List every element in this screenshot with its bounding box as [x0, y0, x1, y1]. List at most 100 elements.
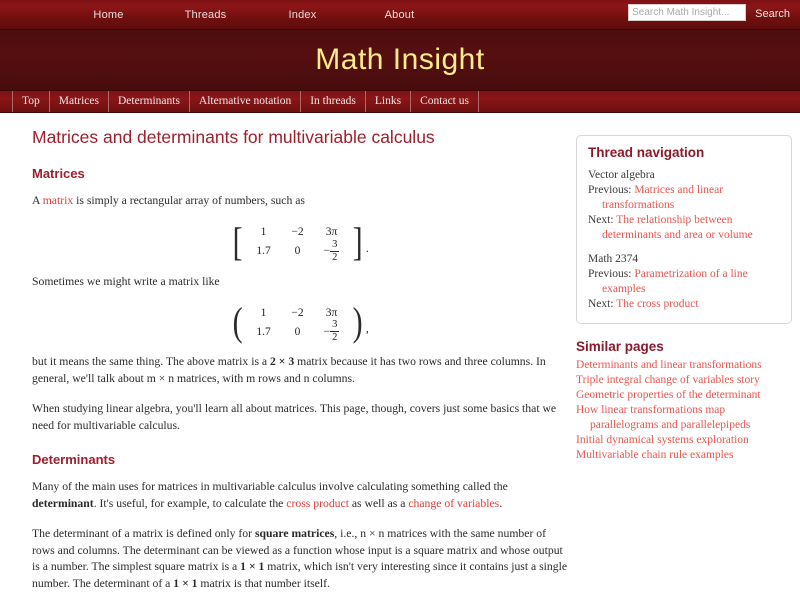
subnav-item-in-threads[interactable]: In threads [301, 91, 366, 112]
subnav-item-links[interactable]: Links [366, 91, 412, 112]
similar-page-link[interactable]: Determinants and linear transformations [576, 359, 762, 371]
similar-page-item: How linear transformations map parallelo… [576, 403, 792, 433]
matrix-display-brackets: [ 1 −2 3π 1.7 0 − 3 2 ] . [32, 221, 568, 263]
main-content: Matrices and determinants for multivaria… [0, 113, 568, 606]
equation-punctuation: , [365, 321, 369, 335]
fraction-denominator: 2 [332, 332, 338, 343]
sidebar: Thread navigation Vector algebra Previou… [568, 113, 800, 606]
matrix-cell: 3π [325, 226, 338, 238]
link-change-of-variables[interactable]: change of variables [408, 497, 499, 510]
matrix-cell-fraction: − 3 2 [315, 319, 349, 343]
paragraph-alternative-notation: Sometimes we might write a matrix like [32, 274, 220, 288]
matrix-cell: 0 [294, 325, 301, 338]
similar-page-link[interactable]: How linear transformations map parallelo… [576, 404, 750, 431]
math-dimension: 2 × 3 [270, 355, 295, 368]
nav-item-index[interactable]: Index [254, 9, 351, 21]
link-cross-product[interactable]: cross product [286, 497, 349, 510]
math-dimension: 1 × 1 [240, 560, 265, 573]
thread-next-link[interactable]: The relationship between determinants an… [602, 214, 753, 241]
matrix-grid: 1 −2 3π 1.7 0 − 3 2 [245, 304, 351, 343]
matrix-display-parentheses: ( 1 −2 3π 1.7 0 − 3 2 ) , [32, 299, 568, 344]
matrix-cell: −2 [291, 306, 304, 319]
matrix-expression: [ 1 −2 3π 1.7 0 − 3 2 ] . [231, 221, 369, 263]
text-run: A [32, 194, 43, 207]
paren-open: ( [232, 299, 243, 344]
thread-previous-line: Previous: Matrices and linear transforma… [588, 183, 780, 213]
subnav-item-matrices[interactable]: Matrices [50, 91, 109, 112]
text-run: The determinant of a matrix is defined o… [32, 527, 255, 540]
page-body: Matrices and determinants for multivaria… [0, 113, 800, 606]
next-label: Next: [588, 214, 617, 226]
paragraph-matrix-dimensions: but it means the same thing. The above m… [32, 354, 568, 387]
previous-label: Previous: [588, 184, 635, 196]
matrix-expression: ( 1 −2 3π 1.7 0 − 3 2 ) , [231, 299, 369, 344]
text-run: matrices, with [174, 371, 247, 385]
similar-page-item: Triple integral change of variables stor… [576, 373, 792, 388]
thread-group-math-2374: Math 2374 Previous: Parametrization of a… [588, 252, 780, 312]
fraction-denominator: 2 [332, 251, 338, 263]
similar-page-item: Determinants and linear transformations [576, 358, 792, 373]
top-nav-links: Home Threads Index About [60, 9, 448, 21]
equation-punctuation: . [365, 240, 369, 255]
subnav-item-top[interactable]: Top [12, 91, 50, 112]
matrix-cell: 1.7 [256, 245, 271, 257]
thread-next-link[interactable]: The cross product [616, 298, 698, 310]
term-determinant: determinant [32, 496, 94, 510]
link-matrix[interactable]: matrix [43, 194, 74, 207]
text-run: matrix is that number itself. [197, 576, 330, 590]
nav-item-home[interactable]: Home [60, 9, 157, 21]
matrix-cell: 0 [294, 245, 301, 257]
thread-group-vector-algebra: Vector algebra Previous: Matrices and li… [588, 168, 780, 243]
matrix-cell-fraction: − 3 2 [315, 238, 349, 263]
page-section-navigation: Top Matrices Determinants Alternative no… [0, 90, 800, 113]
paragraph-linear-algebra-note: When studying linear algebra, you'll lea… [32, 402, 557, 432]
thread-group-name: Vector algebra [588, 169, 655, 181]
subnav-item-determinants[interactable]: Determinants [109, 91, 190, 112]
thread-group-name: Math 2374 [588, 253, 639, 265]
page-title: Matrices and determinants for multivaria… [32, 127, 435, 147]
text-run: . [499, 496, 503, 510]
thread-navigation-box: Thread navigation Vector algebra Previou… [576, 135, 792, 324]
matrix-cell: −2 [291, 226, 304, 238]
search-button[interactable]: Search [750, 4, 795, 23]
site-title: Math Insight [315, 43, 485, 76]
similar-page-link[interactable]: Triple integral change of variables stor… [576, 374, 760, 386]
similar-page-link[interactable]: Initial dynamical systems exploration [576, 434, 749, 446]
text-run: is simply a rectangular array of numbers… [73, 194, 305, 207]
text-run: but it means the same thing. The above m… [32, 355, 271, 368]
similar-page-link[interactable]: Multivariable chain rule examples [576, 449, 733, 461]
text-run: as well as a [348, 496, 409, 510]
thread-navigation-title: Thread navigation [588, 145, 705, 160]
matrix-cell: 1 [260, 306, 267, 319]
math-dimension: n × n [360, 527, 385, 540]
paren-close: ) [352, 299, 363, 344]
similar-page-item: Multivariable chain rule examples [576, 448, 792, 463]
math-variable-m: m [246, 371, 256, 385]
matrix-cell: 1.7 [256, 325, 271, 338]
fraction: 3 2 [330, 319, 340, 343]
similar-page-item: Initial dynamical systems exploration [576, 433, 792, 448]
nav-item-threads[interactable]: Threads [157, 9, 254, 21]
search-area: Search [628, 4, 795, 23]
thread-previous-line: Previous: Parametrization of a line exam… [588, 267, 780, 297]
text-run: columns. [309, 371, 355, 385]
text-run: rows and [255, 371, 304, 385]
previous-label: Previous: [588, 268, 635, 280]
paragraph-square-matrices: The determinant of a matrix is defined o… [32, 526, 568, 592]
thread-next-line: Next: The cross product [588, 297, 780, 312]
text-run: , i.e., [334, 527, 361, 540]
subnav-item-contact-us[interactable]: Contact us [411, 91, 479, 112]
nav-item-about[interactable]: About [351, 9, 448, 21]
fraction-numerator: 3 [330, 238, 340, 252]
matrix-cell: 1 [260, 226, 267, 238]
section-heading-matrices: Matrices [32, 166, 85, 181]
subnav-item-alternative-notation[interactable]: Alternative notation [190, 91, 302, 112]
similar-page-link[interactable]: Geometric properties of the determinant [576, 389, 761, 401]
text-run: Many of the main uses for matrices in mu… [32, 480, 508, 493]
text-run: . It's useful, for example, to calculate… [93, 496, 287, 510]
math-dimension: 1 × 1 [173, 576, 198, 590]
math-dimension: m × n [146, 371, 175, 385]
section-heading-determinants: Determinants [32, 452, 116, 467]
search-input[interactable] [628, 4, 747, 21]
term-square-matrices: square matrices [254, 527, 335, 540]
